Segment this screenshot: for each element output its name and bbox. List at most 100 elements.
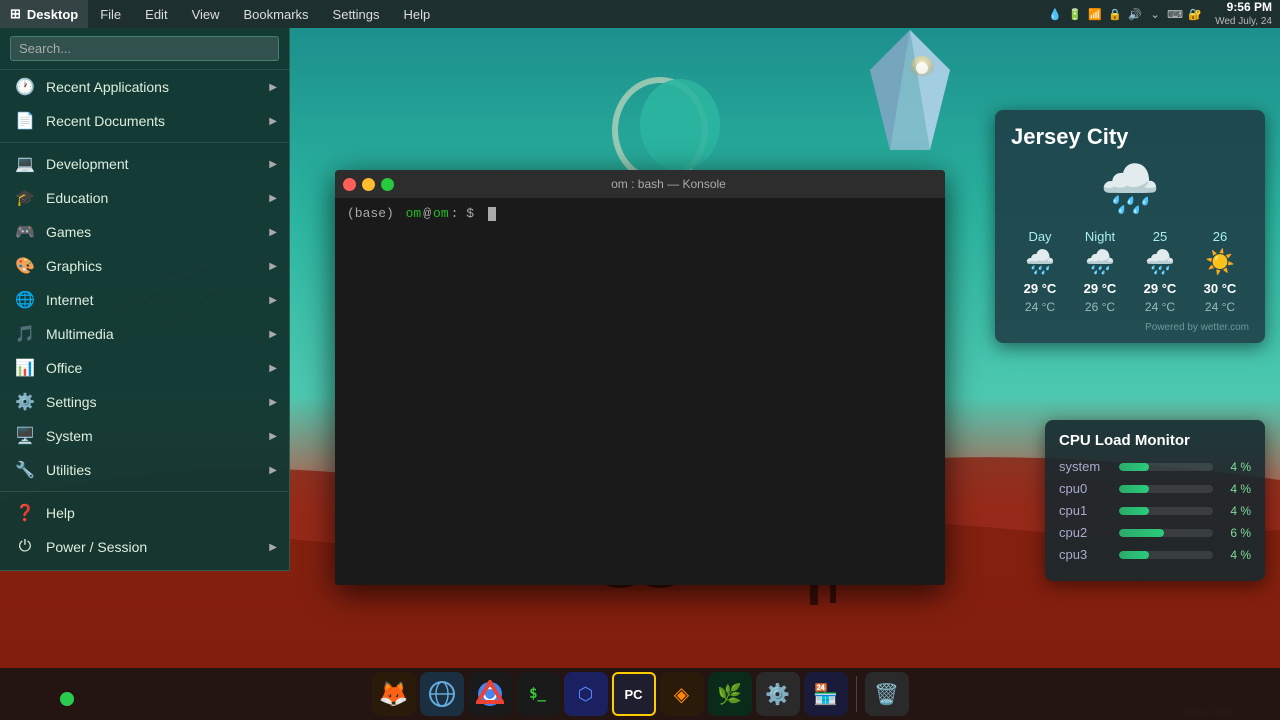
menu-label-power: Power / Session <box>46 539 147 555</box>
menu-label-recent-apps: Recent Applications <box>46 79 169 95</box>
prompt-host: om <box>433 206 449 221</box>
terminal-title: om : bash — Konsole <box>400 177 937 191</box>
dock-kdevelop[interactable]: ⬡ <box>564 672 608 716</box>
menu-settings[interactable]: Settings <box>321 0 392 28</box>
start-button[interactable]: ⊞ Desktop <box>0 0 88 28</box>
menu-file[interactable]: File <box>88 0 133 28</box>
menu-item-help[interactable]: ❓Help <box>0 496 289 530</box>
weather-temp-low-1: 26 °C <box>1085 300 1115 314</box>
menu-icon-settings: ⚙️ <box>14 391 36 413</box>
cpu-bar-cpu2 <box>1119 529 1164 537</box>
menu-label-system: System <box>46 428 93 444</box>
menu-item-recent-docs[interactable]: 📄Recent Documents <box>0 104 289 138</box>
dock-trash[interactable]: 🗑️ <box>865 672 909 716</box>
menu-item-multimedia[interactable]: 🎵Multimedia <box>0 317 289 351</box>
menu-edit[interactable]: Edit <box>133 0 179 28</box>
prompt-user: om <box>406 206 422 221</box>
menu-item-development[interactable]: 💻 Development <box>0 147 289 181</box>
cpu-label-system: system <box>1059 459 1111 474</box>
terminal-close[interactable] <box>343 178 356 191</box>
menu-item-games[interactable]: 🎮 Games <box>0 215 289 249</box>
lock2-icon: 🔐 <box>1187 6 1203 22</box>
dock-pycharm[interactable]: PC <box>612 672 656 716</box>
prompt-at: @ <box>423 206 431 221</box>
menu-item-graphics[interactable]: 🎨Graphics <box>0 249 289 283</box>
cpu-bar-system <box>1119 463 1149 471</box>
terminal-window[interactable]: om : bash — Konsole (base) om @ om : $ <box>335 170 945 585</box>
cpu-bar-container-system <box>1119 463 1213 471</box>
terminal-body[interactable]: (base) om @ om : $ <box>335 198 945 585</box>
dock-firefox[interactable]: 🦊 <box>372 672 416 716</box>
start-icon: ⊞ <box>10 6 21 22</box>
weather-day-1: Night 🌧️ 29 °C 26 °C <box>1071 229 1129 314</box>
app-menu: 🕐Recent Applications📄Recent Documents 💻 De… <box>0 28 290 571</box>
search-input[interactable] <box>10 36 279 61</box>
battery-icon: 🔋 <box>1067 6 1083 22</box>
cpu-percent-cpu2: 6 % <box>1221 526 1251 540</box>
menu-label-utilities: Utilities <box>46 462 91 478</box>
menu-icon-power: ⏻ <box>14 536 36 558</box>
cpu-bar-container-cpu1 <box>1119 507 1213 515</box>
cpu-monitor: CPU Load Monitor system 4 % cpu0 4 % cpu… <box>1045 420 1265 581</box>
weather-city: Jersey City <box>1011 124 1249 150</box>
weather-main-icon: 🌧️ <box>1011 160 1249 217</box>
dock-appcenter[interactable]: 🏪 <box>804 672 848 716</box>
top-menu: File Edit View Bookmarks Settings Help <box>88 0 442 28</box>
menu-icon-development: 💻 <box>14 153 36 175</box>
menu-label-settings: Settings <box>46 394 97 410</box>
menu-item-internet[interactable]: 🌐 Internet <box>0 283 289 317</box>
menu-search-container <box>0 28 289 70</box>
menu-icon-system: 🖥️ <box>14 425 36 447</box>
clock[interactable]: 9:56 PM Wed July, 24 <box>1215 0 1272 28</box>
menu-items: 🕐Recent Applications📄Recent Documents 💻 De… <box>0 70 289 564</box>
chevron-icon[interactable]: ⌄ <box>1147 6 1163 22</box>
weather-day-label-2: 25 <box>1153 229 1167 244</box>
menu-item-power[interactable]: ⏻ Power / Session <box>0 530 289 564</box>
weather-day-icon-0: 🌧️ <box>1025 248 1055 277</box>
menu-view[interactable]: View <box>180 0 232 28</box>
menu-icon-office: 📊 <box>14 357 36 379</box>
terminal-maximize[interactable] <box>381 178 394 191</box>
dock-sourcetree[interactable]: 🌿 <box>708 672 752 716</box>
terminal-minimize[interactable] <box>362 178 375 191</box>
taskbar-right: 💧 🔋 📶 🔒 🔊 ⌄ ⌨ 🔐 9:56 PM Wed July, 24 <box>1047 0 1280 28</box>
menu-label-help: Help <box>46 505 75 521</box>
menu-label-development: Development <box>46 156 129 172</box>
menu-item-utilities[interactable]: 🔧Utilities <box>0 453 289 487</box>
lock-icon: 🔒 <box>1107 6 1123 22</box>
menu-icon-education: 🎓 <box>14 187 36 209</box>
menu-label-internet: Internet <box>46 292 93 308</box>
menu-item-settings[interactable]: ⚙️ Settings <box>0 385 289 419</box>
prompt-dollar: : $ <box>451 206 474 221</box>
terminal-cursor <box>488 207 496 221</box>
weather-widget: Jersey City 🌧️ Day 🌧️ 29 °C 24 °C Night … <box>995 110 1265 343</box>
menu-icon-internet: 🌐 <box>14 289 36 311</box>
menu-help[interactable]: Help <box>392 0 443 28</box>
weather-temp-low-2: 24 °C <box>1145 300 1175 314</box>
clock-time: 9:56 PM <box>1215 0 1272 15</box>
menu-label-office: Office <box>46 360 82 376</box>
dock-chrome[interactable] <box>468 672 512 716</box>
taskbar-top: ⊞ Desktop File Edit View Bookmarks Setti… <box>0 0 1280 28</box>
weather-day-icon-1: 🌧️ <box>1085 248 1115 277</box>
dock-globe[interactable] <box>420 672 464 716</box>
menu-item-system[interactable]: 🖥️ System <box>0 419 289 453</box>
cpu-percent-cpu3: 4 % <box>1221 548 1251 562</box>
menu-item-education[interactable]: 🎓 Education <box>0 181 289 215</box>
menu-item-office[interactable]: 📊 Office <box>0 351 289 385</box>
dock-terminal[interactable]: $_ <box>516 672 560 716</box>
cpu-row-cpu3: cpu3 4 % <box>1059 547 1251 562</box>
menu-icon-multimedia: 🎵 <box>14 323 36 345</box>
menu-label-education: Education <box>46 190 108 206</box>
menu-bookmarks[interactable]: Bookmarks <box>232 0 321 28</box>
weather-credit: Powered by wetter.com <box>1011 322 1249 333</box>
cpu-rows: system 4 % cpu0 4 % cpu1 4 % cpu2 6 % cp… <box>1059 459 1251 562</box>
dock-sublime[interactable]: ◈ <box>660 672 704 716</box>
system-tray: 💧 🔋 📶 🔒 🔊 ⌄ ⌨ 🔐 <box>1047 6 1203 22</box>
dock-settings[interactable]: ⚙️ <box>756 672 800 716</box>
menu-label-games: Games <box>46 224 91 240</box>
menu-icon-games: 🎮 <box>14 221 36 243</box>
terminal-prompt: (base) om @ om : $ <box>347 206 933 221</box>
menu-item-recent-apps[interactable]: 🕐Recent Applications <box>0 70 289 104</box>
weather-day-label-3: 26 <box>1213 229 1227 244</box>
